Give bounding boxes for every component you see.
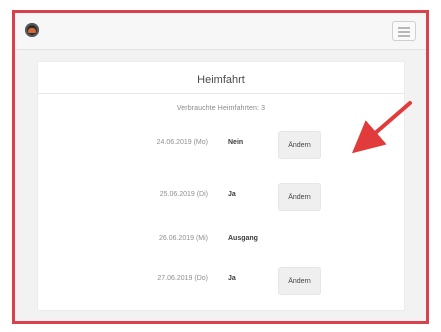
annotation-arrow-icon [351, 101, 412, 154]
trip-row-2019-06-27: 27.06.2019 (Do) Ja Ändern [38, 264, 404, 295]
trip-date: 25.06.2019 (Di) [159, 191, 208, 198]
trip-answer: Nein [228, 139, 244, 146]
change-button[interactable]: Ändern [278, 267, 321, 295]
change-button[interactable]: Ändern [278, 183, 321, 211]
hamburger-menu-icon-top [398, 27, 410, 29]
page-title: Heimfahrt [197, 74, 245, 86]
trip-answer: Ausgang [228, 235, 258, 242]
trip-date: 24.06.2019 (Mo) [156, 139, 208, 146]
trip-answer: Ja [228, 275, 236, 282]
change-button[interactable]: Ändern [278, 131, 321, 159]
top-navigation-bar [15, 13, 426, 50]
trip-answer: Ja [228, 191, 236, 198]
hamburger-menu-button[interactable] [392, 21, 416, 41]
trip-row-2019-06-26: 26.06.2019 (Mi) Ausgang [38, 224, 404, 254]
club-logo-mark [28, 28, 36, 33]
title-divider [38, 93, 404, 94]
trip-date: 27.06.2019 (Do) [157, 275, 208, 282]
trip-date: 26.06.2019 (Mi) [158, 235, 208, 242]
hamburger-menu-icon-bottom [398, 35, 410, 37]
trip-row-2019-06-25: 25.06.2019 (Di) Ja Ändern [38, 180, 404, 211]
screenshot-frame: Heimfahrt Verbrauchte Heimfahrten: 3 24.… [12, 10, 429, 324]
club-logo-icon[interactable] [25, 23, 39, 37]
hamburger-menu-icon-middle [398, 31, 410, 33]
